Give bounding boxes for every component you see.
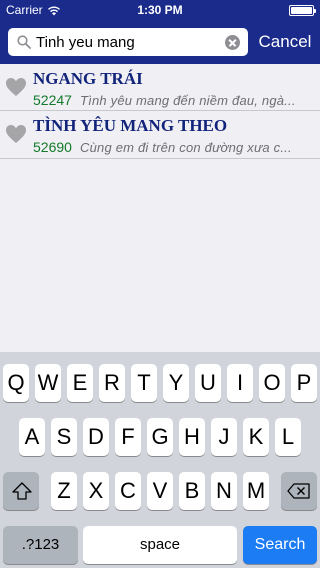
shift-key[interactable] — [3, 472, 39, 510]
key-k[interactable]: K — [243, 418, 269, 456]
key-p[interactable]: P — [291, 364, 317, 402]
clear-search-icon[interactable] — [225, 35, 240, 50]
song-title: NGANG TRÁI — [33, 69, 143, 88]
result-row[interactable]: NGANG TRÁI 52247 Tình yêu mang đến niềm … — [0, 64, 320, 111]
search-icon — [17, 35, 31, 49]
key-a[interactable]: A — [19, 418, 45, 456]
results-list: NGANG TRÁI 52247 Tình yêu mang đến niềm … — [0, 64, 320, 159]
heart-icon[interactable] — [5, 124, 27, 144]
key-l[interactable]: L — [275, 418, 301, 456]
song-lyric: Cùng em đi trên con đường xưa c... — [80, 140, 292, 155]
key-s[interactable]: S — [51, 418, 77, 456]
key-g[interactable]: G — [147, 418, 173, 456]
numbers-key[interactable]: .?123 — [3, 526, 78, 564]
search-field[interactable] — [8, 28, 248, 56]
key-d[interactable]: D — [83, 418, 109, 456]
key-q[interactable]: Q — [3, 364, 29, 402]
song-title: TÌNH YÊU MANG THEO — [33, 116, 228, 135]
key-i[interactable]: I — [227, 364, 253, 402]
space-key[interactable]: space — [83, 526, 237, 564]
key-u[interactable]: U — [195, 364, 221, 402]
status-time: 1:30 PM — [137, 3, 183, 17]
key-y[interactable]: Y — [163, 364, 189, 402]
search-key[interactable]: Search — [243, 526, 317, 564]
key-o[interactable]: O — [259, 364, 285, 402]
key-x[interactable]: X — [83, 472, 109, 510]
key-t[interactable]: T — [131, 364, 157, 402]
search-input[interactable] — [36, 28, 224, 56]
key-m[interactable]: M — [243, 472, 269, 510]
keyboard: Q W E R T Y U I O P A S D F G H J K L Z … — [0, 352, 320, 568]
key-b[interactable]: B — [179, 472, 205, 510]
heart-icon[interactable] — [5, 77, 27, 97]
key-z[interactable]: Z — [51, 472, 77, 510]
backspace-icon — [287, 483, 310, 499]
key-j[interactable]: J — [211, 418, 237, 456]
header-bar: Carrier 1:30 PM Cancel — [0, 0, 320, 64]
song-lyric: Tình yêu mang đến niềm đau, ngà... — [80, 93, 296, 108]
key-v[interactable]: V — [147, 472, 173, 510]
key-r[interactable]: R — [99, 364, 125, 402]
song-code: 52690 — [33, 139, 72, 155]
status-bar: Carrier 1:30 PM — [0, 0, 320, 20]
battery-icon — [289, 5, 316, 16]
key-h[interactable]: H — [179, 418, 205, 456]
cancel-button[interactable]: Cancel — [255, 29, 315, 55]
result-row[interactable]: TÌNH YÊU MANG THEO 52690 Cùng em đi trên… — [0, 111, 320, 159]
delete-key[interactable] — [281, 472, 317, 510]
key-f[interactable]: F — [115, 418, 141, 456]
key-n[interactable]: N — [211, 472, 237, 510]
key-w[interactable]: W — [35, 364, 61, 402]
key-e[interactable]: E — [67, 364, 93, 402]
key-c[interactable]: C — [115, 472, 141, 510]
shift-icon — [12, 482, 32, 500]
song-code: 52247 — [33, 92, 72, 108]
